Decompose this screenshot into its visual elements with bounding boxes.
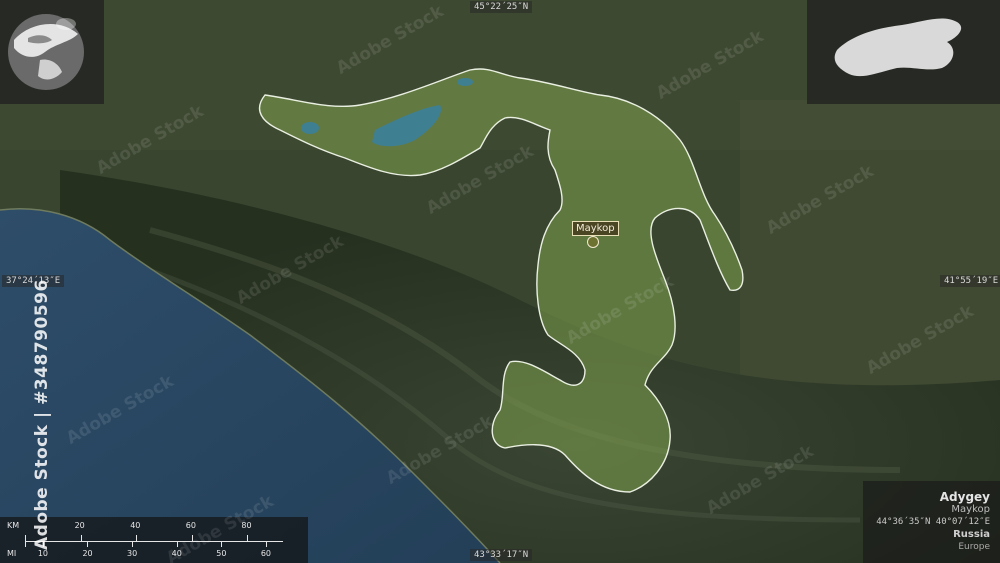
city-label-maykop[interactable]: Maykop (572, 221, 619, 236)
scale-mi-tick: 20 (82, 549, 93, 558)
center-coordinates: 44°36´35″N 40°07´12″E (876, 517, 990, 527)
scale-km-tick: 40 (130, 521, 141, 530)
scale-km-tick: 20 (74, 521, 85, 530)
eastern-plains (740, 100, 1000, 400)
river-lake (457, 78, 473, 86)
scale-mi-tick: 50 (216, 549, 227, 558)
capital-name: Maykop (951, 504, 990, 515)
scale-tick-mark (265, 541, 267, 547)
map-view[interactable]: 45°22´25″N 43°33´17″N 37°24´13″E 41°55´1… (0, 0, 1000, 563)
country-inset (807, 0, 1000, 104)
scale-tick-mark (87, 541, 89, 547)
country-name: Russia (953, 529, 990, 540)
scale-mi-tick: 60 (260, 549, 272, 558)
scale-tick-mark (247, 535, 249, 541)
scale-tick-mark (80, 535, 82, 541)
stock-id-text: Adobe Stock | #348790596 (32, 279, 52, 550)
coordinate-top: 45°22´25″N (470, 1, 533, 13)
continent-name: Europe (958, 542, 990, 552)
info-panel: Adygey Maykop 44°36´35″N 40°07´12″E Russ… (863, 481, 1000, 563)
scale-line (25, 541, 283, 542)
russia-outline-icon (834, 18, 962, 77)
stock-id-watermark: Adobe Stock | #348790596 (10, 279, 52, 550)
coordinate-right: 41°55´19″E (940, 275, 1000, 287)
scale-tick-mark (136, 535, 138, 541)
scale-mi-tick: 10 (37, 549, 49, 558)
region-name: Adygey (939, 490, 990, 504)
scale-tick-mark (132, 541, 134, 547)
scale-mi-tick: 30 (127, 549, 138, 558)
globe-inset (0, 0, 104, 104)
scale-tick-mark (221, 541, 223, 547)
small-reservoir (301, 122, 319, 134)
coordinate-bottom: 43°33´17″N (470, 549, 533, 561)
globe-icon (8, 14, 84, 90)
scale-km-tick: 60 (185, 521, 196, 530)
scale-mi-unit: MI (7, 549, 17, 558)
city-marker-icon[interactable] (587, 236, 599, 248)
